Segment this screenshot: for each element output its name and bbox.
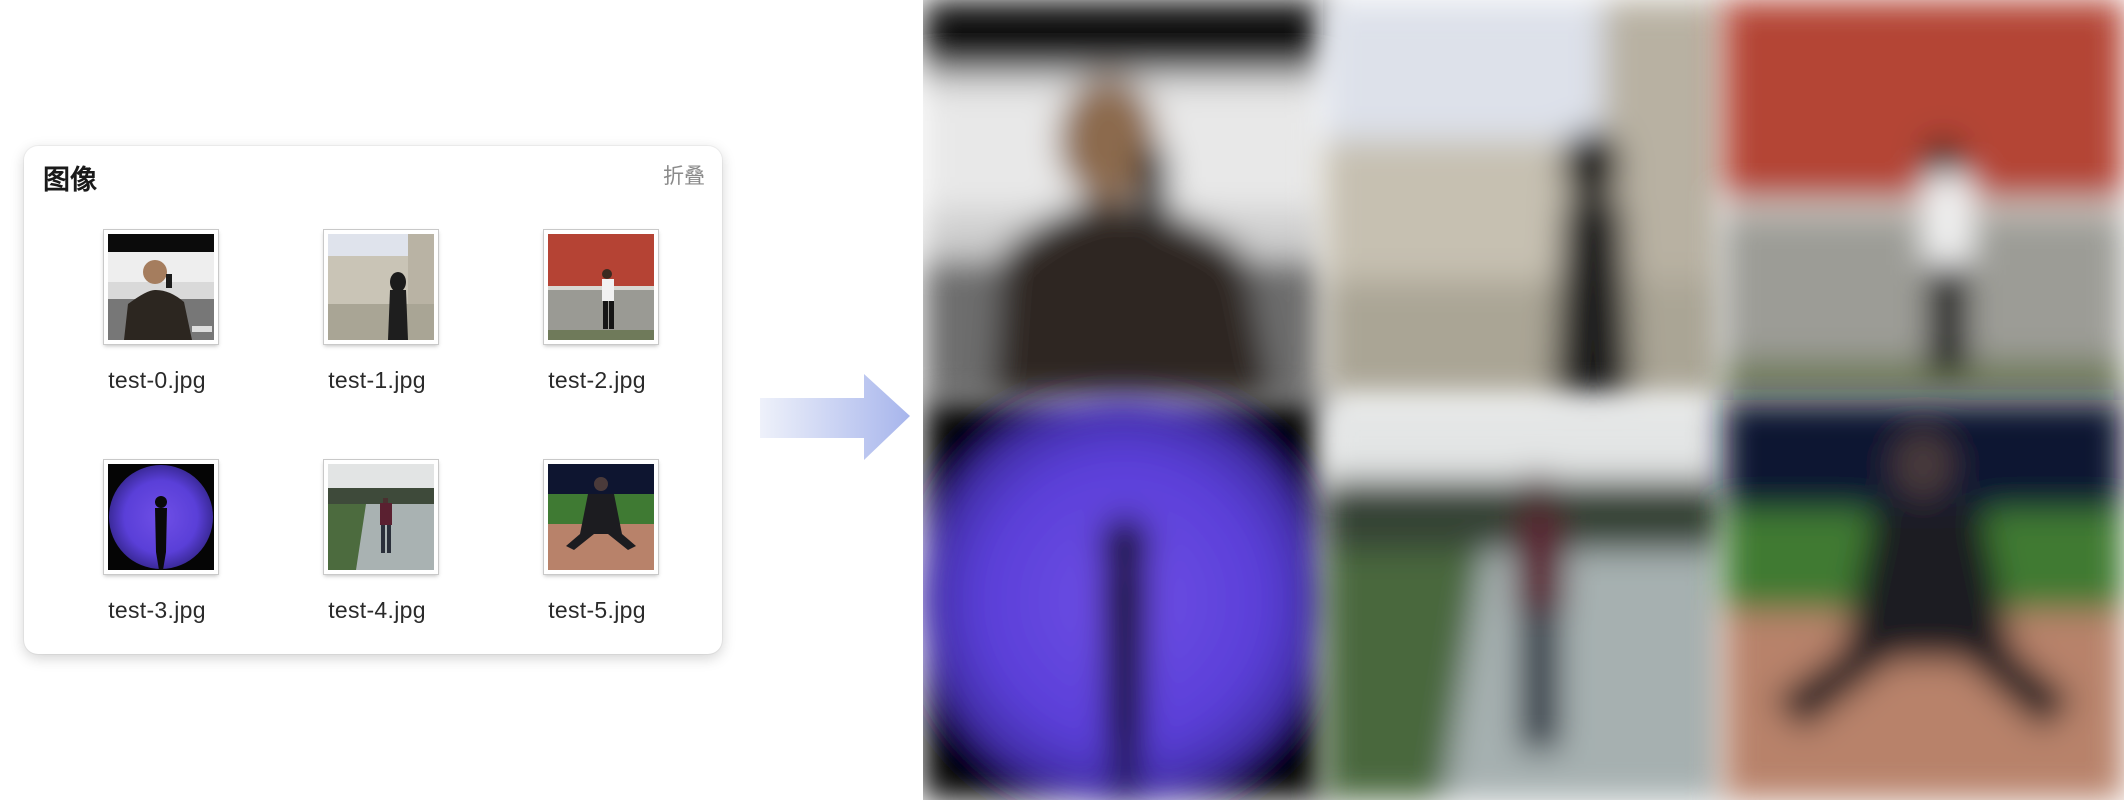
mosaic-tile-5: [1723, 400, 2124, 800]
image-thumbnail[interactable]: [104, 460, 218, 574]
file-item[interactable]: test-2.jpg: [497, 230, 697, 400]
blurred-mosaic-preview: [923, 0, 2124, 800]
file-item[interactable]: test-5.jpg: [497, 460, 697, 630]
file-name: test-4.jpg: [328, 597, 426, 623]
file-name: test-2.jpg: [548, 367, 646, 393]
file-name: test-1.jpg: [328, 367, 426, 393]
mosaic-tile-3: [923, 395, 1328, 800]
mosaic-tile-2: [1723, 0, 2124, 400]
image-thumbnail[interactable]: [324, 230, 438, 344]
file-name: test-5.jpg: [548, 597, 646, 623]
file-item[interactable]: test-0.jpg: [57, 230, 257, 400]
collapse-button[interactable]: 折叠: [663, 160, 705, 190]
file-item[interactable]: test-1.jpg: [277, 230, 477, 400]
mosaic-tile-0: [923, 0, 1323, 400]
panel-title: 图像: [43, 165, 97, 196]
file-name: test-0.jpg: [108, 367, 206, 393]
image-thumbnail[interactable]: [324, 460, 438, 574]
image-thumbnail[interactable]: [104, 230, 218, 344]
mosaic-tile-1: [1323, 0, 1723, 400]
file-name: test-3.jpg: [108, 597, 206, 623]
mosaic-tile-4: [1323, 400, 1723, 800]
image-thumbnail[interactable]: [544, 460, 658, 574]
file-item[interactable]: test-3.jpg: [57, 460, 257, 630]
images-panel: 图像 折叠 test-0.jpg test-1.jpg test-2.jpg t…: [24, 146, 722, 654]
right-arrow-icon: [760, 374, 910, 464]
image-thumbnail[interactable]: [544, 230, 658, 344]
file-item[interactable]: test-4.jpg: [277, 460, 477, 630]
